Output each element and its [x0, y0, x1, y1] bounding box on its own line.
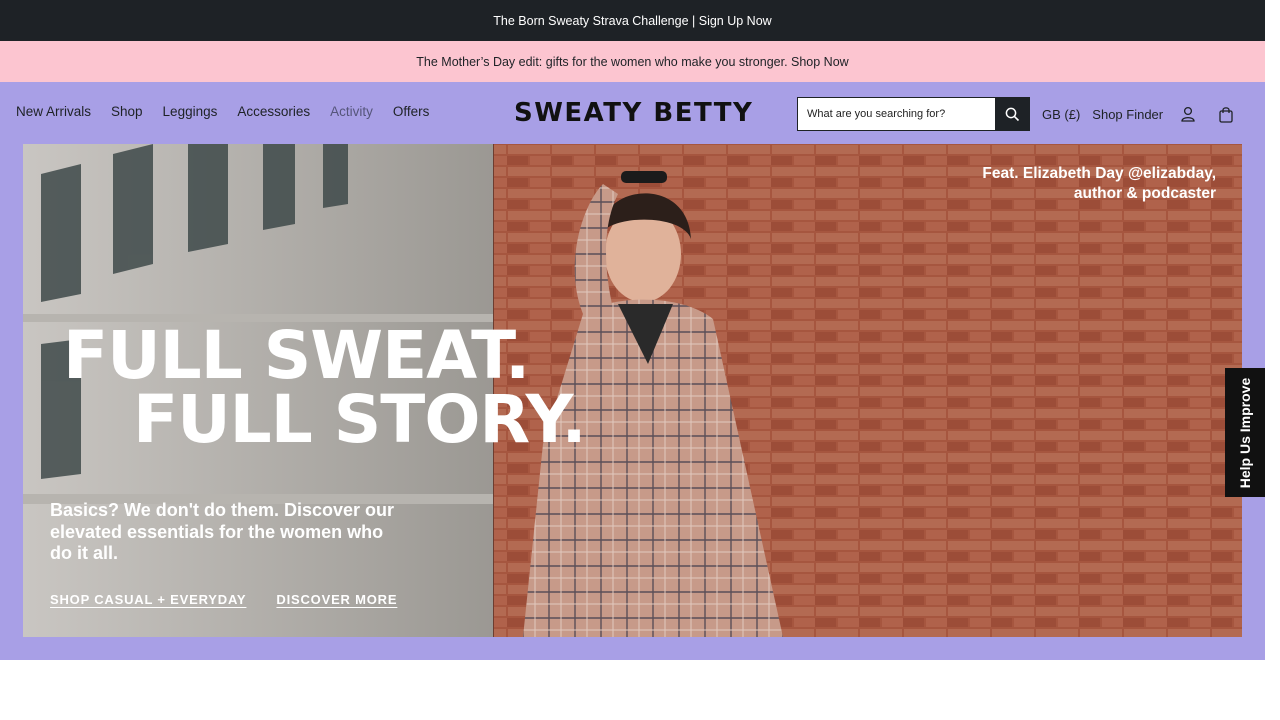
account-button[interactable]: [1175, 104, 1201, 124]
announcement-bar: The Born Sweaty Strava Challenge | Sign …: [0, 0, 1265, 41]
nav-accessories[interactable]: Accessories: [237, 104, 310, 119]
hero-banner: Feat. Elizabeth Day @elizabday, author &…: [23, 144, 1242, 637]
nav-offers[interactable]: Offers: [393, 104, 430, 119]
nav-activity[interactable]: Activity: [330, 104, 373, 119]
shop-finder-link[interactable]: Shop Finder: [1092, 107, 1163, 122]
photo-credit-line2: author & podcaster: [1073, 185, 1216, 202]
photo-credit-line1: Feat. Elizabeth Day @elizabday,: [982, 165, 1216, 182]
main-nav: New Arrivals Shop Leggings Accessories A…: [16, 104, 429, 119]
announcement-link[interactable]: The Born Sweaty Strava Challenge | Sign …: [493, 14, 771, 28]
search-input[interactable]: [798, 98, 996, 130]
hero-section: Feat. Elizabeth Day @elizabday, author &…: [0, 144, 1265, 660]
promo-link[interactable]: The Mother’s Day edit: gifts for the wom…: [416, 55, 848, 69]
promo-bar: The Mother’s Day edit: gifts for the wom…: [0, 41, 1265, 82]
hero-headline: FULL SWEAT. FULL STORY.: [63, 323, 587, 458]
discover-more-link[interactable]: DISCOVER MORE: [276, 592, 397, 607]
hero-subtext: Basics? We don't do them. Discover our e…: [50, 500, 395, 563]
hero-ctas: SHOP CASUAL + EVERYDAY DISCOVER MORE: [50, 592, 397, 607]
search-button[interactable]: [995, 98, 1029, 130]
search-bar: [797, 97, 1030, 131]
region-selector[interactable]: GB (£): [1042, 107, 1080, 122]
nav-new-arrivals[interactable]: New Arrivals: [16, 104, 91, 119]
feedback-tab[interactable]: Help Us Improve: [1225, 368, 1265, 497]
site-header: New Arrivals Shop Leggings Accessories A…: [0, 82, 1265, 144]
utility-nav: GB (£) Shop Finder: [1042, 104, 1239, 124]
shop-casual-everyday-link[interactable]: SHOP CASUAL + EVERYDAY: [50, 592, 246, 607]
feedback-tab-label: Help Us Improve: [1237, 377, 1254, 488]
search-icon: [1005, 107, 1019, 121]
user-icon: [1181, 106, 1195, 122]
hero-headline-line2: FULL STORY.: [133, 381, 587, 458]
nav-leggings[interactable]: Leggings: [163, 104, 218, 119]
photo-credit: Feat. Elizabeth Day @elizabday, author &…: [982, 164, 1216, 204]
nav-shop[interactable]: Shop: [111, 104, 143, 119]
bag-button[interactable]: [1213, 104, 1239, 124]
bag-icon: [1219, 106, 1233, 123]
site-logo[interactable]: SWEATY BETTY: [514, 98, 753, 128]
